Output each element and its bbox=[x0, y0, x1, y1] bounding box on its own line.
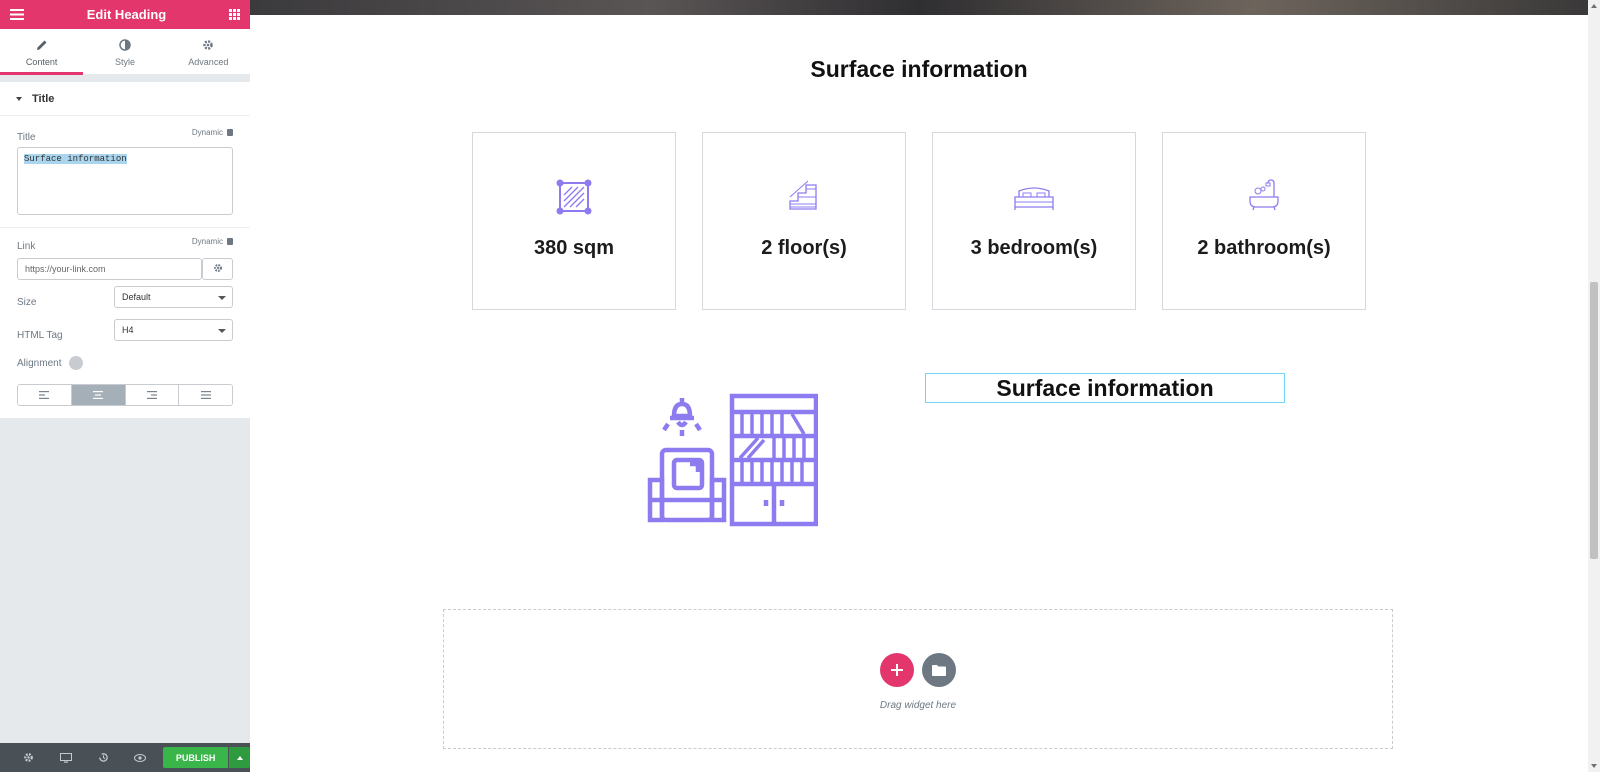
history-icon bbox=[98, 753, 108, 762]
editor-panel: Edit Heading Content Style Advanced Titl… bbox=[0, 0, 250, 772]
armchair-bookshelf-illustration bbox=[646, 392, 819, 537]
empty-section-drop-zone[interactable]: Drag widget here bbox=[443, 609, 1393, 749]
add-template-button[interactable] bbox=[922, 653, 956, 687]
caret-up-icon bbox=[236, 755, 243, 760]
settings-button[interactable] bbox=[10, 752, 47, 763]
gear-icon bbox=[202, 37, 214, 53]
database-icon bbox=[227, 238, 233, 245]
gear-icon bbox=[213, 263, 223, 275]
divider bbox=[0, 227, 250, 228]
link-input[interactable]: https://your-link.com bbox=[17, 258, 202, 280]
title-textarea-value: Surface information bbox=[24, 154, 127, 164]
size-label: Size bbox=[17, 297, 37, 308]
alignment-buttons bbox=[17, 384, 233, 406]
panel-footer: PUBLISH bbox=[0, 743, 250, 772]
panel-header: Edit Heading bbox=[0, 0, 250, 29]
hamburger-menu-icon[interactable] bbox=[10, 9, 24, 20]
alignment-control: Alignment bbox=[17, 356, 233, 370]
title-label: Title bbox=[17, 132, 36, 143]
tab-advanced-label: Advanced bbox=[188, 56, 229, 67]
area-icon bbox=[473, 177, 675, 217]
tab-content-label: Content bbox=[25, 56, 58, 67]
dynamic-label: Dynamic bbox=[191, 237, 223, 246]
publish-label: PUBLISH bbox=[175, 752, 216, 763]
hero-image-strip bbox=[250, 0, 1588, 15]
scroll-up-arrow-icon[interactable] bbox=[1591, 4, 1597, 8]
responsive-icon[interactable] bbox=[69, 356, 84, 370]
card-value: 3 bedroom(s) bbox=[970, 237, 1098, 259]
scroll-down-arrow-icon[interactable] bbox=[1591, 764, 1597, 768]
tab-style-label: Style bbox=[114, 56, 135, 67]
align-left-button[interactable] bbox=[18, 385, 72, 405]
panel-title: Edit Heading bbox=[86, 7, 167, 22]
align-left-icon bbox=[39, 391, 50, 399]
title-dynamic-toggle[interactable]: Dynamic bbox=[192, 128, 233, 137]
panel-tabs: Content Style Advanced bbox=[0, 29, 250, 75]
selected-heading-widget[interactable]: Surface information bbox=[925, 373, 1285, 403]
card-value: 380 sqm bbox=[533, 237, 615, 259]
responsive-mode-button[interactable] bbox=[47, 752, 84, 763]
info-card-area[interactable]: 380 sqm bbox=[472, 132, 676, 310]
gear-icon bbox=[24, 753, 33, 762]
caret-down-icon bbox=[16, 96, 22, 101]
eye-icon bbox=[134, 753, 147, 762]
chevron-down-icon bbox=[218, 329, 226, 333]
info-card-floors[interactable]: 2 floor(s) bbox=[702, 132, 906, 310]
section-title-toggle[interactable]: Title bbox=[0, 82, 250, 116]
tab-advanced[interactable]: Advanced bbox=[167, 29, 250, 74]
info-card-bedrooms[interactable]: 3 bedroom(s) bbox=[932, 132, 1136, 310]
tab-content[interactable]: Content bbox=[0, 29, 84, 75]
plus-icon bbox=[891, 664, 903, 676]
link-dynamic-toggle[interactable]: Dynamic bbox=[192, 237, 233, 246]
alignment-label: Alignment bbox=[17, 357, 62, 369]
align-center-button[interactable] bbox=[71, 385, 126, 405]
folder-icon bbox=[932, 664, 946, 676]
page-canvas: Surface information 380 sqm 2 floor(s) 3… bbox=[250, 0, 1588, 772]
contrast-icon bbox=[119, 37, 131, 53]
section-title-label: Title bbox=[32, 92, 55, 105]
card-value: 2 floor(s) bbox=[761, 237, 847, 259]
size-select[interactable]: Default bbox=[114, 286, 233, 308]
bathtub-icon bbox=[1163, 177, 1365, 213]
size-select-value: Default bbox=[122, 292, 151, 302]
title-control: Title Dynamic bbox=[17, 127, 233, 145]
tab-style[interactable]: Style bbox=[83, 29, 166, 74]
pencil-icon bbox=[36, 37, 48, 53]
stairs-icon bbox=[703, 177, 905, 213]
html-tag-select[interactable]: H4 bbox=[114, 319, 233, 341]
database-icon bbox=[227, 129, 233, 136]
align-justify-button[interactable] bbox=[179, 385, 232, 405]
dynamic-label: Dynamic bbox=[191, 128, 223, 137]
widgets-grid-icon[interactable] bbox=[228, 9, 240, 20]
link-label: Link bbox=[17, 241, 36, 252]
chevron-down-icon bbox=[218, 296, 226, 300]
add-section-button[interactable] bbox=[880, 653, 914, 687]
drop-zone-hint: Drag widget here bbox=[879, 700, 957, 711]
preview-button[interactable] bbox=[122, 753, 159, 762]
card-value: 2 bathroom(s) bbox=[1197, 237, 1331, 259]
info-card-bathrooms[interactable]: 2 bathroom(s) bbox=[1162, 132, 1366, 310]
history-button[interactable] bbox=[84, 752, 121, 763]
html-tag-select-value: H4 bbox=[122, 325, 134, 335]
link-control: Link Dynamic bbox=[17, 236, 233, 254]
publish-button[interactable]: PUBLISH bbox=[162, 747, 229, 768]
align-justify-icon bbox=[200, 391, 211, 399]
bed-icon bbox=[933, 177, 1135, 213]
controls-area: Title Title Dynamic Surface information … bbox=[0, 82, 250, 418]
title-textarea[interactable]: Surface information bbox=[17, 147, 233, 215]
link-options-button[interactable] bbox=[202, 258, 233, 280]
align-center-icon bbox=[93, 391, 104, 399]
scroll-thumb[interactable] bbox=[1590, 282, 1598, 559]
section-heading[interactable]: Surface information bbox=[250, 56, 1588, 83]
align-right-button[interactable] bbox=[125, 385, 180, 405]
link-input-placeholder: https://your-link.com bbox=[25, 264, 106, 274]
page-scrollbar[interactable] bbox=[1588, 0, 1600, 772]
html-tag-label: HTML Tag bbox=[17, 330, 63, 341]
align-right-icon bbox=[146, 391, 157, 399]
desktop-icon bbox=[59, 752, 72, 763]
publish-options-button[interactable] bbox=[229, 747, 250, 768]
